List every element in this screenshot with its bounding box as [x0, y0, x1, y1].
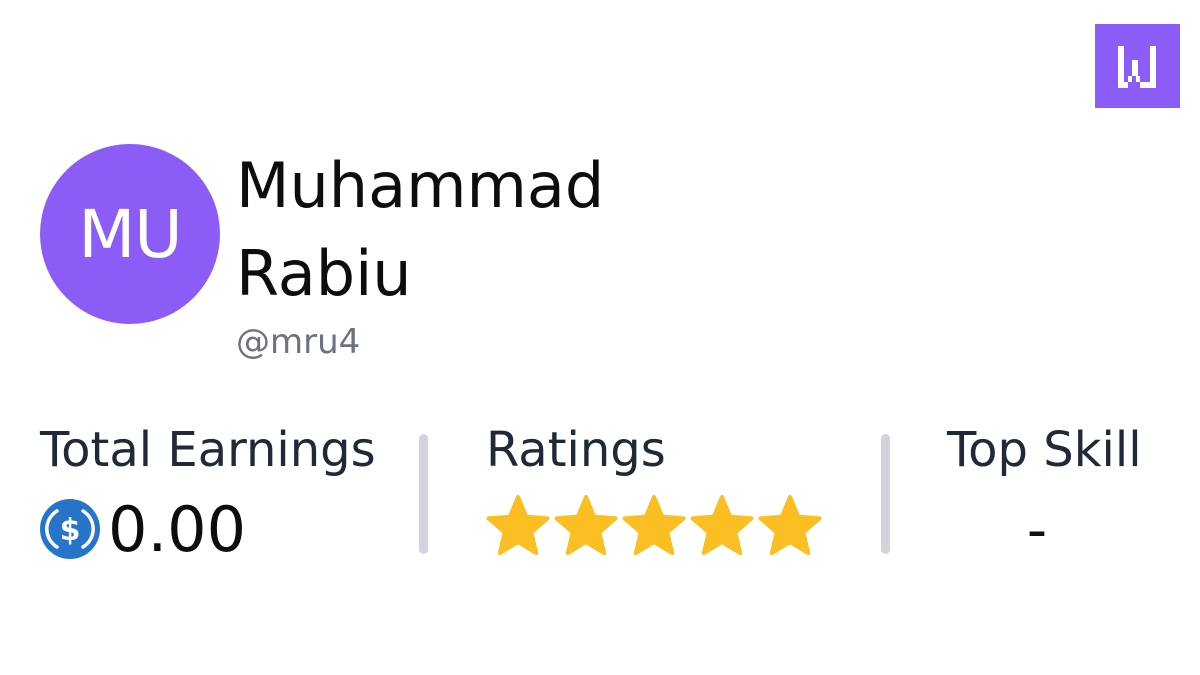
usdc-icon: $ [40, 499, 100, 559]
star-icon [758, 495, 822, 556]
rating-stars [486, 494, 822, 558]
star-icon [690, 495, 754, 556]
total-earnings-value: 0.00 [108, 493, 247, 566]
star-icon [486, 495, 550, 556]
brand-logo [1095, 24, 1180, 108]
star-icon [622, 495, 686, 556]
profile-name: Muhammad Rabiu [236, 142, 666, 318]
top-skill-label: Top Skill [947, 422, 1142, 478]
first-name: Muhammad [236, 149, 605, 222]
profile-handle: @mru4 [236, 322, 361, 362]
top-skill-value: - [1026, 498, 1048, 563]
total-earnings-label: Total Earnings [40, 422, 376, 478]
svg-text:$: $ [60, 513, 81, 548]
stats-divider [881, 434, 890, 554]
star-icon [554, 495, 618, 556]
last-name: Rabiu [236, 237, 412, 310]
ratings-label: Ratings [486, 422, 666, 478]
stats-divider [419, 434, 428, 554]
w-logo-icon [1118, 46, 1156, 88]
avatar: MU [40, 144, 220, 324]
avatar-initials: MU [78, 195, 182, 273]
